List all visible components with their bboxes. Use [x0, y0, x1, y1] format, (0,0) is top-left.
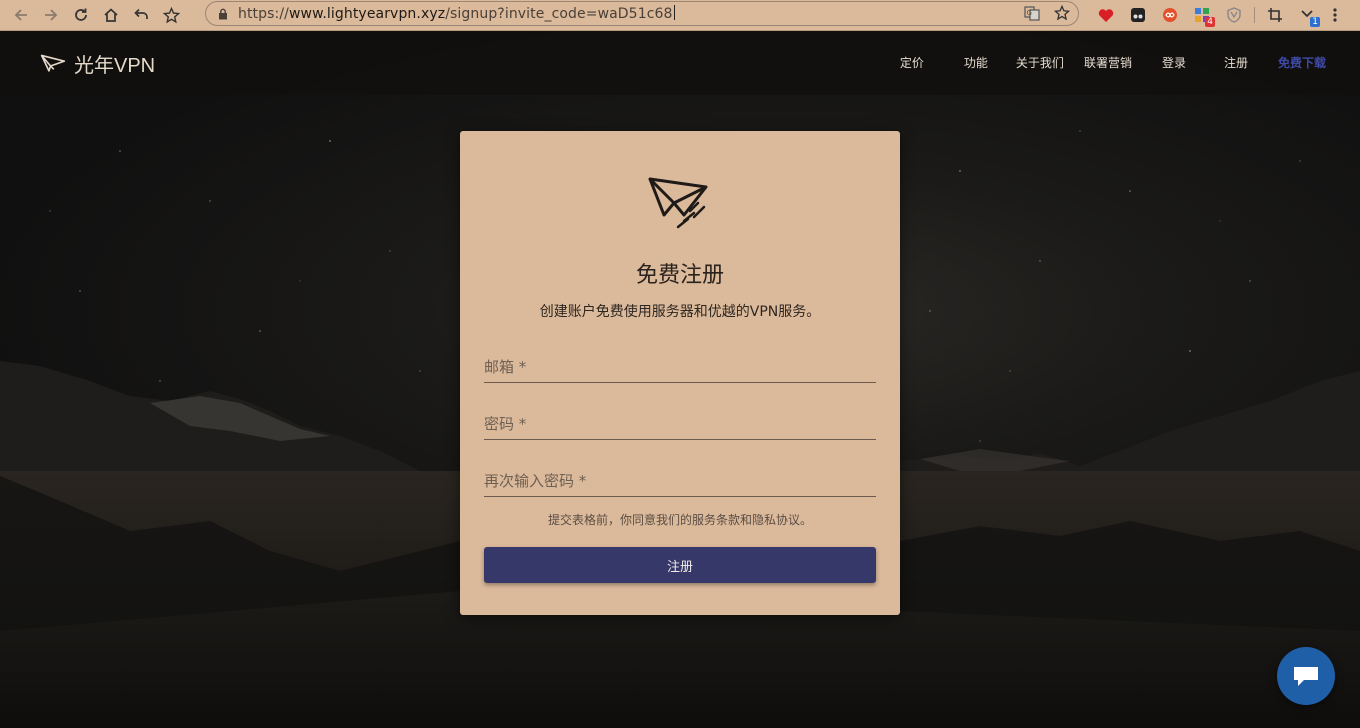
text-caret	[673, 5, 675, 20]
toolbar-separator	[1254, 7, 1255, 23]
home-icon[interactable]	[96, 3, 126, 27]
site-logo[interactable]: 光年VPN	[40, 49, 155, 78]
nav-about-us[interactable]: 关于我们	[1016, 54, 1064, 71]
bookmark-star-icon[interactable]	[156, 3, 186, 27]
nav-register[interactable]: 注册	[1224, 54, 1248, 71]
signup-card: 免费注册 创建账户免费使用服务器和优越的VPN服务。 提交表格前，你同意我们的服…	[460, 131, 900, 615]
paper-plane-icon	[648, 177, 708, 229]
down-arrow-extension-icon[interactable]: 1	[1291, 3, 1323, 27]
star-icon[interactable]	[1053, 4, 1071, 25]
nav-login[interactable]: 登录	[1162, 54, 1186, 71]
down-arrow-extension-badge: 1	[1310, 17, 1320, 27]
forward-icon[interactable]	[36, 3, 66, 27]
url-text[interactable]: https://www.lightyearvpn.xyz/signup?invi…	[238, 5, 675, 22]
logo-text: 光年VPN	[74, 55, 156, 77]
signup-title: 免费注册	[635, 263, 724, 288]
nav-free-download[interactable]: 免费下载	[1278, 54, 1326, 71]
nav-pricing[interactable]: 定价	[900, 54, 924, 71]
paper-plane-logo-icon	[40, 54, 66, 72]
confirm-password-field[interactable]	[484, 467, 876, 495]
nav-features[interactable]: 功能	[964, 54, 988, 71]
signup-subtitle: 创建账户免费使用服务器和优越的VPN服务。	[539, 304, 821, 320]
translate-icon[interactable]: G	[1024, 5, 1040, 25]
menu-kebab-icon[interactable]	[1323, 3, 1347, 27]
svg-text:G: G	[1027, 9, 1032, 17]
main-nav: 定价 功能 关于我们 联署营销 登录 注册 免费下载	[900, 54, 1326, 71]
back-icon[interactable]	[6, 3, 36, 27]
password-field-wrapper	[484, 410, 876, 440]
site-header: 光年VPN 定价 功能 关于我们 联署营销 登录 注册 免费下载	[0, 31, 1360, 95]
undo-icon[interactable]	[126, 3, 156, 27]
nav-affiliate[interactable]: 联署营销	[1084, 54, 1132, 71]
terms-notice: 提交表格前，你同意我们的服务条款和隐私协议。	[547, 513, 812, 527]
password-field[interactable]	[484, 410, 876, 438]
crop-icon[interactable]	[1259, 3, 1291, 27]
confirm-password-field-wrapper	[484, 467, 876, 497]
url-path: /signup?invite_code=waD51c68	[445, 6, 673, 22]
heart-extension-icon[interactable]	[1090, 3, 1122, 27]
grid-extension-badge: 4	[1205, 17, 1215, 27]
reload-icon[interactable]	[66, 3, 96, 27]
shield-extension-icon[interactable]	[1218, 3, 1250, 27]
email-field[interactable]	[484, 353, 876, 381]
infinity-extension-icon[interactable]	[1154, 3, 1186, 27]
chat-widget-button[interactable]	[1277, 647, 1335, 705]
url-scheme: https://	[238, 6, 289, 22]
email-field-wrapper	[484, 353, 876, 383]
lock-icon	[217, 8, 229, 20]
register-button[interactable]: 注册	[484, 547, 876, 583]
signup-page: 光年VPN 定价 功能 关于我们 联署营销 登录 注册 免费下载 免费注册 创建…	[0, 31, 1360, 728]
tampermonkey-extension-icon[interactable]	[1122, 3, 1154, 27]
url-host: www.lightyearvpn.xyz	[288, 6, 446, 22]
browser-toolbar: https://www.lightyearvpn.xyz/signup?invi…	[0, 0, 1360, 31]
address-bar[interactable]: https://www.lightyearvpn.xyz/signup?invi…	[205, 1, 1079, 26]
chat-bubble-icon	[1294, 667, 1318, 686]
grid-extension-icon[interactable]: 4	[1186, 3, 1218, 27]
